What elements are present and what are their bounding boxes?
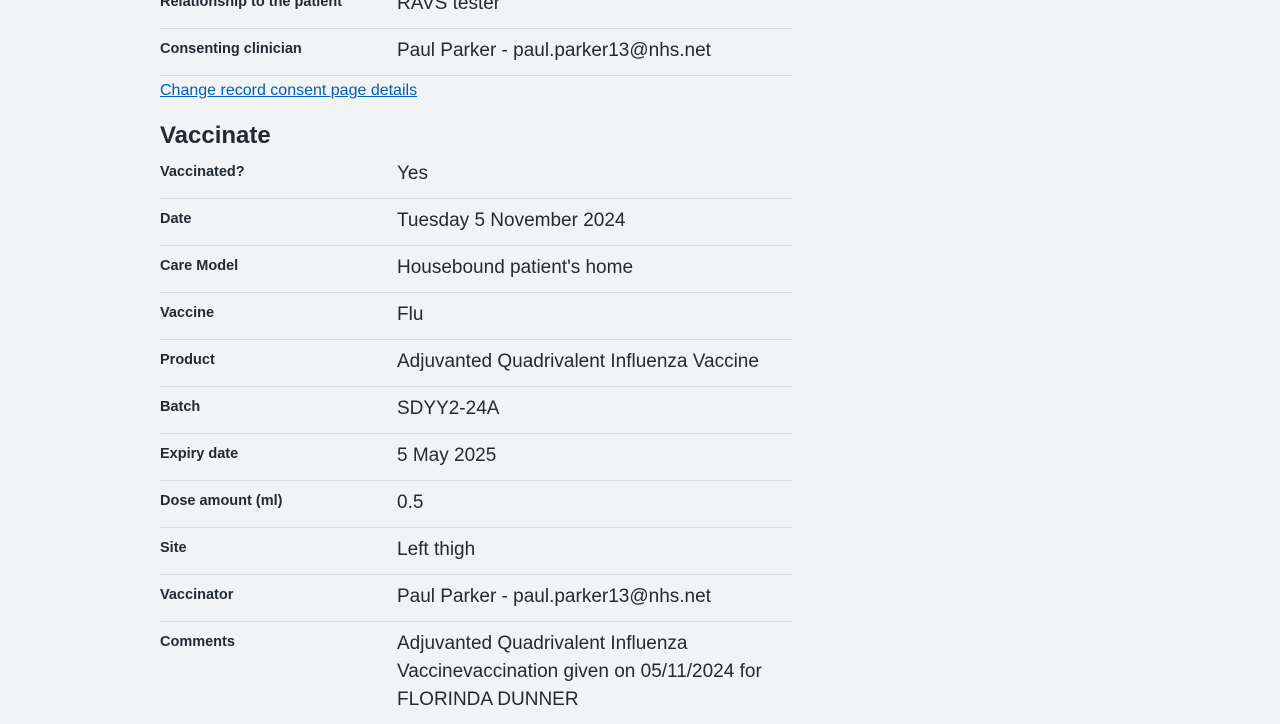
summary-value: Paul Parker - paul.parker13@nhs.net: [397, 40, 711, 61]
summary-value: Flu: [397, 304, 424, 325]
summary-key: Relationship to the patient: [160, 0, 343, 10]
summary-key: Expiry date: [160, 446, 239, 462]
summary-value: 0.5: [397, 492, 424, 513]
summary-value: SDYY2-24A: [397, 398, 500, 419]
summary-key: Care Model: [160, 258, 239, 274]
summary-row-product: Product Adjuvanted Quadrivalent Influenz…: [160, 340, 792, 387]
summary-key: Comments: [160, 634, 235, 650]
summary-value: Tuesday 5 November 2024: [397, 210, 626, 231]
summary-value: Left thigh: [397, 539, 476, 560]
summary-row-date: Date Tuesday 5 November 2024: [160, 199, 792, 246]
change-consent-details-link[interactable]: Change record consent page details: [160, 82, 417, 100]
summary-key: Site: [160, 540, 187, 556]
summary-key: Consenting clinician: [160, 41, 302, 57]
vaccinate-summary-list: Vaccinated? Yes Date Tuesday 5 November …: [160, 152, 792, 724]
vaccinate-heading: Vaccinate: [160, 122, 271, 149]
main-content: Relationship to the patient RAVS tester …: [160, 0, 792, 724]
summary-value: 5 May 2025: [397, 445, 497, 466]
summary-row-dose-amount: Dose amount (ml) 0.5: [160, 481, 792, 528]
summary-key: Batch: [160, 399, 201, 415]
summary-value: Adjuvanted Quadrivalent Influenza Vaccin…: [397, 351, 759, 372]
summary-key: Vaccine: [160, 305, 215, 321]
summary-row-expiry-date: Expiry date 5 May 2025: [160, 434, 792, 481]
summary-key: Vaccinated?: [160, 164, 245, 180]
summary-key: Vaccinator: [160, 587, 234, 603]
consent-summary-list: Relationship to the patient RAVS tester …: [160, 0, 792, 76]
summary-row-vaccinated: Vaccinated? Yes: [160, 152, 792, 199]
summary-row-relationship: Relationship to the patient RAVS tester: [160, 0, 792, 29]
summary-value: Adjuvanted Quadrivalent Influenza Vaccin…: [397, 633, 762, 710]
summary-row-batch: Batch SDYY2-24A: [160, 387, 792, 434]
summary-row-consenting-clinician: Consenting clinician Paul Parker - paul.…: [160, 29, 792, 76]
summary-row-site: Site Left thigh: [160, 528, 792, 575]
summary-row-care-model: Care Model Housebound patient's home: [160, 246, 792, 293]
summary-value: RAVS tester: [397, 0, 501, 14]
summary-row-vaccine: Vaccine Flu: [160, 293, 792, 340]
summary-key: Date: [160, 211, 192, 227]
summary-key: Dose amount (ml): [160, 493, 283, 509]
summary-row-vaccinator: Vaccinator Paul Parker - paul.parker13@n…: [160, 575, 792, 622]
summary-value: Yes: [397, 163, 428, 184]
summary-row-comments: Comments Adjuvanted Quadrivalent Influen…: [160, 622, 792, 724]
summary-key: Product: [160, 352, 215, 368]
summary-value: Housebound patient's home: [397, 257, 634, 278]
summary-value: Paul Parker - paul.parker13@nhs.net: [397, 586, 711, 607]
